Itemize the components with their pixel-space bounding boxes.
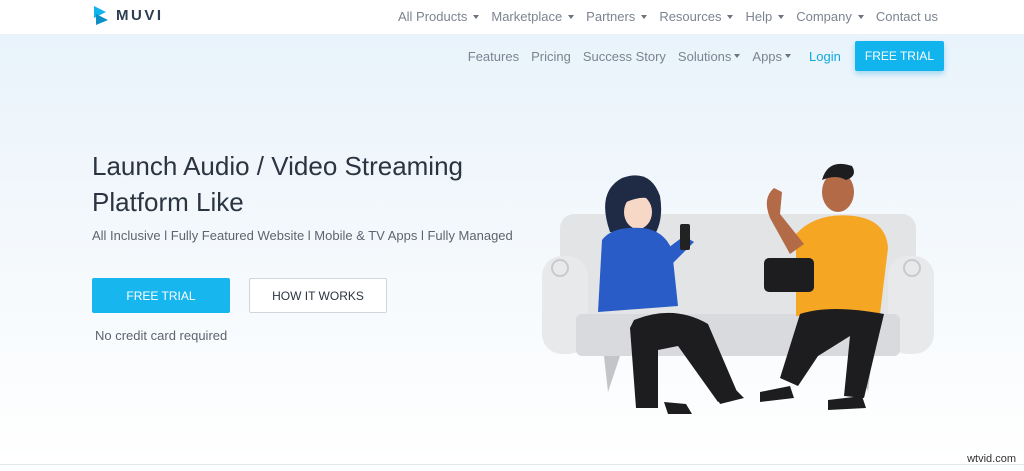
nav-label: All Products — [397, 9, 468, 24]
no-credit-card-note: No credit card required — [95, 328, 228, 343]
sub-nav: Features Pricing Success Story Solutions… — [468, 41, 944, 71]
nav-label: Marketplace — [491, 9, 563, 24]
nav-item-marketplace[interactable]: Marketplace — [491, 9, 575, 24]
chevron-down-icon — [778, 14, 785, 19]
hero-headline: Launch Audio / Video Streaming Platform … — [92, 151, 464, 217]
nav-item-partners[interactable]: Partners — [586, 9, 648, 24]
hero-tagline: All Inclusive l Fully Featured Website l… — [92, 228, 513, 243]
nav-label: Contact us — [875, 9, 938, 24]
subnav-label: Success Story — [582, 48, 666, 64]
nav-label: Resources — [659, 9, 722, 24]
nav-item-company[interactable]: Company — [796, 9, 864, 24]
free-trial-button[interactable]: FREE TRIAL — [92, 278, 230, 313]
nav-label: Help — [745, 9, 773, 24]
nav-item-help[interactable]: Help — [745, 9, 785, 24]
subnav-item-pricing[interactable]: Pricing — [531, 49, 571, 64]
nav-item-resources[interactable]: Resources — [659, 9, 734, 24]
section-divider — [0, 464, 1024, 465]
subnav-item-features[interactable]: Features — [468, 49, 519, 64]
chevron-down-icon — [641, 14, 648, 19]
subnav-label: Features — [467, 48, 520, 64]
top-nav: All Products Marketplace Partners Resour… — [398, 9, 938, 24]
nav-item-contact-us[interactable]: Contact us — [876, 9, 938, 24]
brand-logo[interactable]: MUVI — [92, 4, 164, 26]
nav-label: Company — [796, 9, 852, 24]
chevron-down-icon — [568, 14, 575, 19]
nav-label: Partners — [586, 9, 636, 24]
how-it-works-button[interactable]: HOW IT WORKS — [249, 278, 387, 313]
subnav-label: Pricing — [531, 48, 571, 64]
subnav-item-solutions[interactable]: Solutions — [677, 48, 741, 64]
subnav-label: Solutions — [677, 48, 732, 64]
subnav-item-success-story[interactable]: Success Story — [583, 49, 666, 64]
nav-item-all-products[interactable]: All Products — [397, 9, 480, 24]
watermark-text: wtvid.com — [967, 453, 1016, 465]
login-link[interactable]: Login — [809, 49, 841, 64]
hero-section: Features Pricing Success Story Solutions… — [0, 34, 1024, 464]
people-on-couch-illustration — [542, 163, 934, 414]
chevron-down-icon — [857, 14, 864, 19]
subnav-item-apps[interactable]: Apps — [752, 48, 792, 64]
chevron-down-icon — [785, 54, 792, 58]
brand-name: MUVI — [116, 6, 164, 24]
chevron-down-icon — [727, 14, 734, 19]
free-trial-nav-button[interactable]: FREE TRIAL — [854, 41, 944, 71]
chevron-down-icon — [734, 54, 741, 58]
muvi-logo-icon — [94, 6, 108, 25]
top-bar: MUVI All Products Marketplace Partners R… — [0, 0, 1024, 34]
chevron-down-icon — [473, 14, 480, 19]
subnav-label: Apps — [752, 48, 783, 64]
